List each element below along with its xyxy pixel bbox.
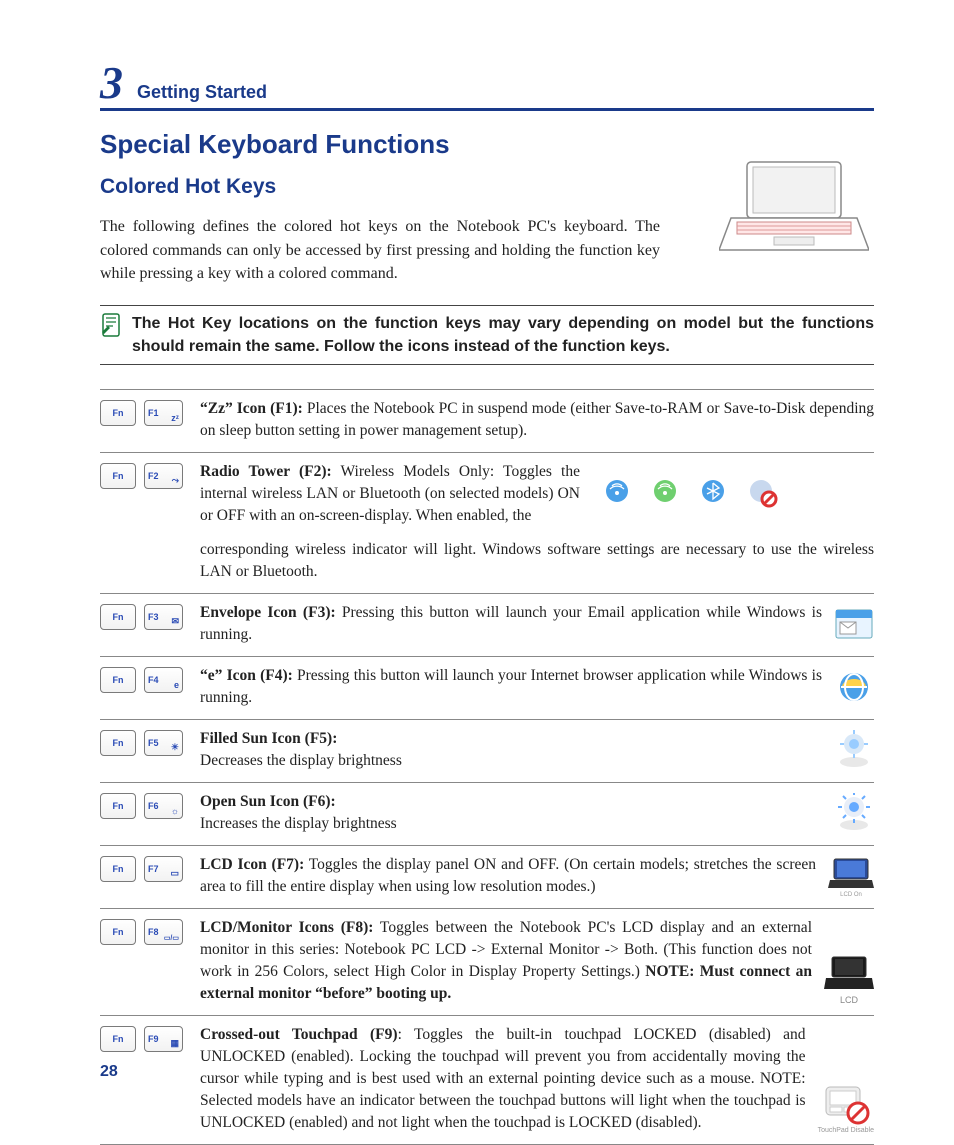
wlan-bt-on-icon [596, 477, 638, 511]
hotkey-description: Radio Tower (F2): Wireless Models Only: … [200, 461, 580, 527]
hotkey-description-cont: corresponding wireless indicator will li… [100, 539, 874, 583]
note-text: The Hot Key locations on the function ke… [132, 312, 874, 358]
f7-key-icon: F7▭ [144, 856, 183, 882]
bt-on-icon [692, 477, 734, 511]
hotkey-row-f9: Fn F9▦ Crossed-out Touchpad (F9): Toggle… [100, 1015, 874, 1145]
chapter-number: 3 [100, 60, 123, 106]
laptop-illustration [719, 160, 869, 255]
hotkey-row-f3: Fn F3✉ Envelope Icon (F3): Pressing this… [100, 593, 874, 656]
f1-key-icon: F1zᶻ [144, 400, 183, 426]
intro-paragraph: The following defines the colored hot ke… [100, 215, 660, 285]
keycaps: Fn F8▭/▭ [100, 917, 188, 1005]
f9-key-icon: F9▦ [144, 1026, 183, 1052]
email-app-icon [834, 602, 874, 646]
page-title: Special Keyboard Functions [100, 129, 874, 160]
hotkey-description: “Zz” Icon (F1): Places the Notebook PC i… [200, 398, 874, 442]
hotkey-description: Crossed-out Touchpad (F9): Toggles the b… [200, 1024, 806, 1134]
hotkey-row-f6: Fn F6☼ Open Sun Icon (F6):Increases the … [100, 782, 874, 845]
icon-caption: TouchPad Disable [818, 1127, 874, 1134]
hotkey-description: LCD/Monitor Icons (F8): Toggles between … [200, 917, 812, 1005]
keycaps: Fn F4e [100, 665, 188, 709]
hotkey-description: Open Sun Icon (F6):Increases the display… [200, 791, 822, 835]
page-number: 28 [100, 1063, 118, 1081]
brightness-down-icon [834, 728, 874, 772]
keycaps: Fn F5☀ [100, 728, 188, 772]
keycaps: Fn F2⤳ [100, 461, 188, 527]
fn-key-icon: Fn [100, 919, 136, 945]
fn-key-icon: Fn [100, 730, 136, 756]
hotkey-table: Fn F1zᶻ “Zz” Icon (F1): Places the Noteb… [100, 389, 874, 1145]
hotkey-description: “e” Icon (F4): Pressing this button will… [200, 665, 822, 709]
browser-app-icon [834, 665, 874, 709]
f4-key-icon: F4e [144, 667, 183, 693]
hotkey-row-f4: Fn F4e “e” Icon (F4): Pressing this butt… [100, 656, 874, 719]
f3-key-icon: F3✉ [144, 604, 183, 630]
brightness-up-icon [834, 791, 874, 835]
chapter-title: Getting Started [137, 83, 267, 101]
chapter-header: 3 Getting Started [100, 60, 874, 111]
lcd-monitor-icon: LCD [824, 917, 874, 1005]
fn-key-icon: Fn [100, 1026, 136, 1052]
hotkey-row-f2: Fn F2⤳ Radio Tower (F2): Wireless Models… [100, 452, 874, 593]
wlan-on-icon [644, 477, 686, 511]
touchpad-disable-icon: TouchPad Disable [818, 1024, 874, 1134]
hotkey-row-f1: Fn F1zᶻ “Zz” Icon (F1): Places the Noteb… [100, 389, 874, 452]
hotkey-row-f7: Fn F7▭ LCD Icon (F7): Toggles the displa… [100, 845, 874, 908]
f5-key-icon: F5☀ [144, 730, 183, 756]
note-callout: The Hot Key locations on the function ke… [100, 305, 874, 365]
lcd-on-icon: LCD On [828, 854, 874, 898]
f2-key-icon: F2⤳ [144, 463, 183, 489]
fn-key-icon: Fn [100, 856, 136, 882]
keycaps: Fn F1zᶻ [100, 398, 188, 442]
icon-caption: LCD On [840, 892, 862, 898]
keycaps: Fn F3✉ [100, 602, 188, 646]
hotkey-description: LCD Icon (F7): Toggles the display panel… [200, 854, 816, 898]
keycaps: Fn F6☼ [100, 791, 188, 835]
icon-caption: LCD [840, 995, 858, 1005]
fn-key-icon: Fn [100, 793, 136, 819]
f8-key-icon: F8▭/▭ [144, 919, 183, 945]
keycaps: Fn F7▭ [100, 854, 188, 898]
hotkey-description: Filled Sun Icon (F5):Decreases the displ… [200, 728, 822, 772]
wlan-bt-off-icon [740, 477, 782, 511]
note-icon [100, 312, 122, 338]
hotkey-row-f5: Fn F5☀ Filled Sun Icon (F5):Decreases th… [100, 719, 874, 782]
wireless-status-icons [592, 461, 782, 527]
f6-key-icon: F6☼ [144, 793, 183, 819]
fn-key-icon: Fn [100, 604, 136, 630]
fn-key-icon: Fn [100, 463, 136, 489]
fn-key-icon: Fn [100, 400, 136, 426]
hotkey-description: Envelope Icon (F3): Pressing this button… [200, 602, 822, 646]
hotkey-row-f8: Fn F8▭/▭ LCD/Monitor Icons (F8): Toggles… [100, 908, 874, 1015]
fn-key-icon: Fn [100, 667, 136, 693]
